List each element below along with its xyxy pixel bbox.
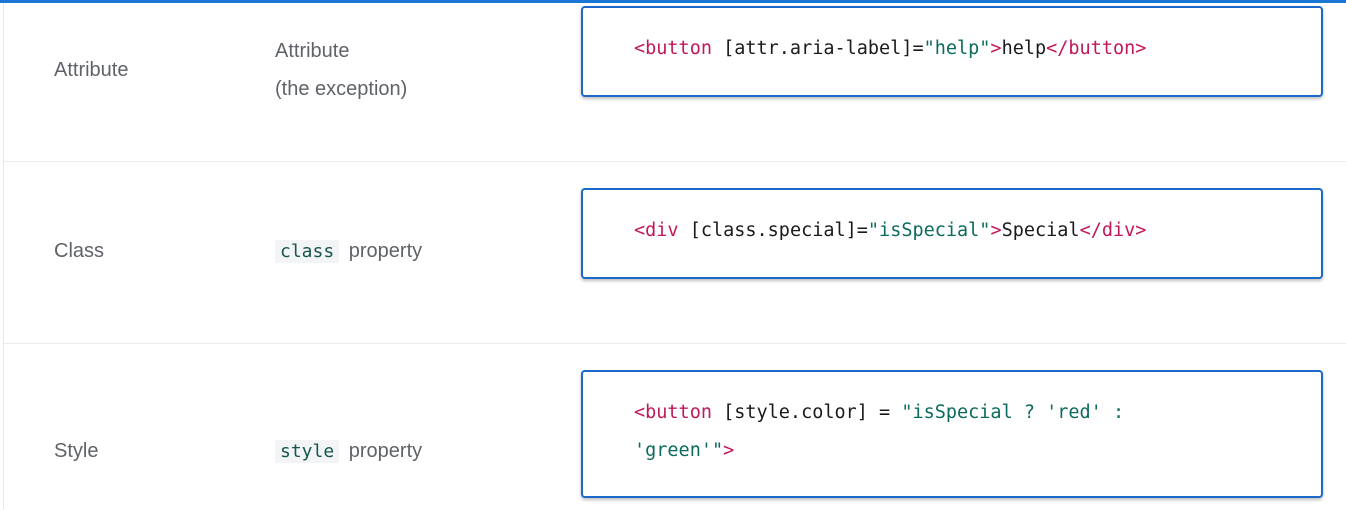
code-tag-token: > [723,440,735,461]
code-example-class[interactable]: <div [class.special]="isSpecial">Special… [581,188,1323,279]
inline-code-class: class [275,240,340,263]
description-text: property [348,240,423,262]
description-text: property [348,440,423,462]
code-string-token: "help" [923,38,991,59]
inline-code-style: style [275,440,340,463]
code-example-attribute[interactable]: <button [attr.aria-label]="help">help</b… [581,6,1323,97]
row-description: style property [275,432,422,471]
code-example-style[interactable]: <button [style.color] = "isSpecial ? 're… [581,370,1323,498]
code-tag-token: </div> [1079,220,1147,241]
row-description: Attribute (the exception) [275,32,407,108]
code-tag-token: </button> [1046,38,1147,59]
row-label: Class [54,240,105,262]
code-string-token: "isSpecial" [867,220,991,241]
code-tag-token: <div [634,220,679,241]
description-line: (the exception) [275,78,408,100]
code-tag-token: <button [634,38,712,59]
code-text-token: help [1001,38,1047,59]
row-label: Style [54,440,99,462]
code-attribute-token: [attr.aria-label]= [711,38,924,59]
code-line: <div [class.special]="isSpecial">Special… [634,220,1146,241]
code-tag-token: <button [634,402,712,423]
code-text-token: Special [1001,220,1080,241]
code-line: <button [style.color] = "isSpecial ? 're… [634,402,1124,423]
code-tag-token: > [990,220,1002,241]
code-tag-token: > [990,38,1002,59]
row-label: Attribute [54,59,129,81]
description-line: Attribute [275,40,350,62]
code-attribute-token: [style.color] = [711,402,902,423]
code-string-token: 'green'" [634,440,724,461]
row-description: class property [275,232,422,271]
code-string-token: "isSpecial ? 'red' : [901,402,1125,423]
code-attribute-token: [class.special]= [678,220,868,241]
code-line: 'green'"> [634,440,734,461]
code-line: <button [attr.aria-label]="help">help</b… [634,38,1146,59]
